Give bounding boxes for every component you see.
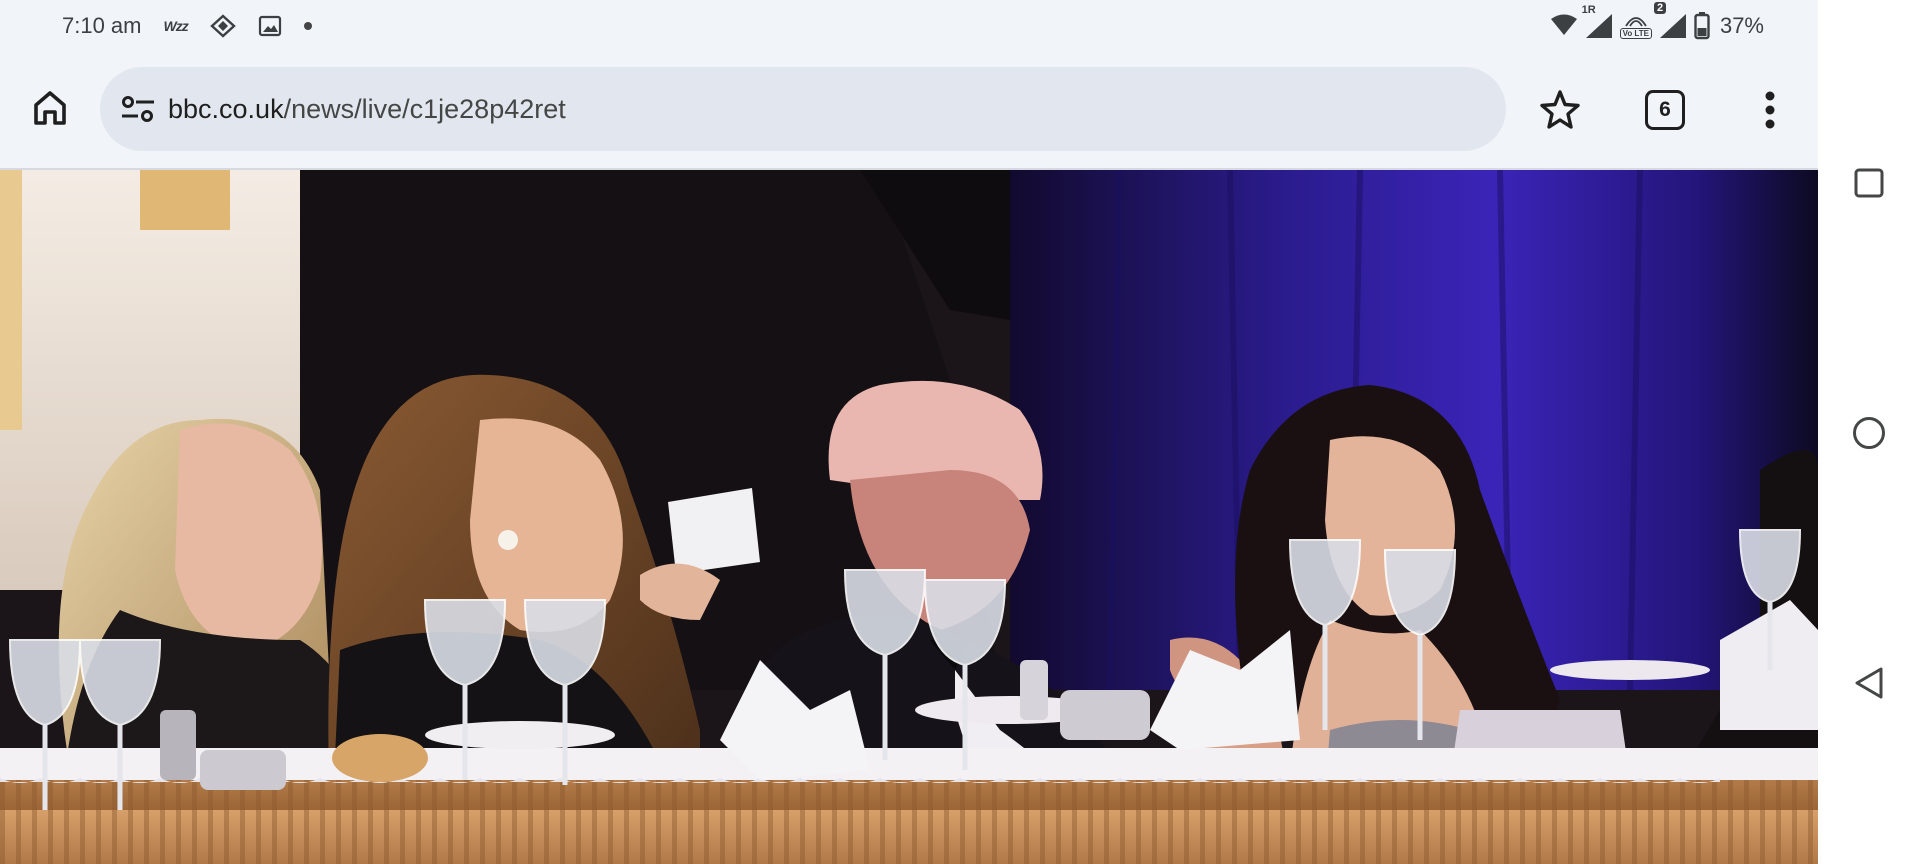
browser-window: 7:10 am Wzz 1R Vo LTE 2 37% bbc.co.uk/ne… [0, 0, 1818, 864]
volte-label: Vo LTE [1619, 27, 1652, 39]
status-right: 1R Vo LTE 2 37% [1550, 0, 1764, 52]
home-icon[interactable] [26, 84, 74, 132]
wizz-app-icon: Wzz [163, 18, 189, 34]
system-navigation-bar [1818, 0, 1920, 864]
home-button[interactable] [1844, 408, 1894, 458]
url-bar[interactable]: bbc.co.uk/news/live/c1je28p42ret [100, 67, 1506, 151]
sim-badge: 2 [1653, 2, 1667, 14]
url-host: bbc.co.uk [168, 93, 284, 124]
recents-button[interactable] [1844, 158, 1894, 208]
signal-icon-2: 2 [1653, 2, 1688, 40]
wifi-icon [1550, 13, 1578, 39]
notification-dot [303, 22, 312, 30]
clock: 7:10 am [62, 13, 142, 38]
status-bar: 7:10 am Wzz 1R Vo LTE 2 37% [0, 0, 1818, 52]
back-button[interactable] [1844, 658, 1894, 708]
network-badge: 1R [1581, 4, 1596, 16]
battery-percent: 37% [1719, 13, 1764, 38]
more-vert-icon[interactable] [1746, 86, 1794, 134]
rocket-app-icon [209, 14, 236, 38]
browser-toolbar: bbc.co.uk/news/live/c1je28p42ret 6 [0, 52, 1818, 168]
status-left: 7:10 am Wzz [62, 0, 312, 52]
star-icon[interactable] [1536, 86, 1584, 134]
signal-icon: 1R [1582, 4, 1614, 40]
gallery-icon [258, 14, 282, 38]
screen: 7:10 am Wzz 1R Vo LTE 2 37% bbc.co.uk/ne… [0, 0, 1920, 864]
tab-switcher-button[interactable]: 6 [1645, 90, 1685, 130]
url-text[interactable]: bbc.co.uk/news/live/c1je28p42ret [168, 94, 566, 125]
video-frame[interactable] [0, 170, 1818, 864]
volte-icon: Vo LTE [1619, 14, 1652, 39]
battery-icon [1694, 12, 1710, 40]
dinner-scene-image [0, 170, 1818, 864]
url-path: /news/live/c1je28p42ret [283, 93, 566, 124]
tune-icon[interactable] [118, 89, 158, 129]
